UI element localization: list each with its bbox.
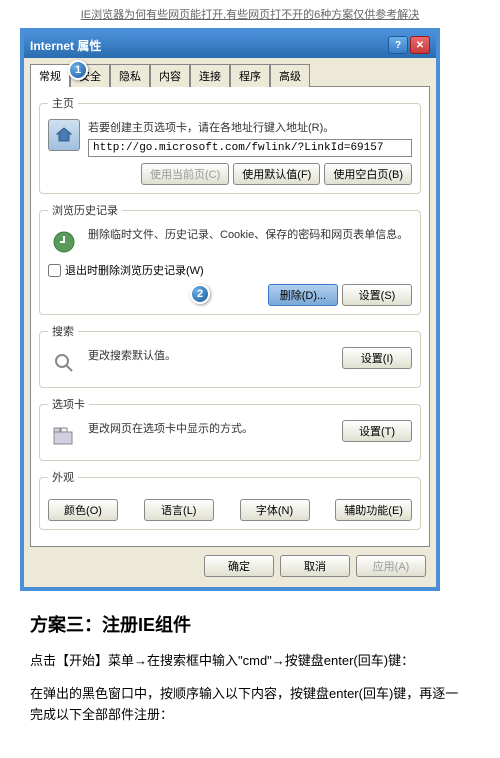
history-settings-button[interactable]: 设置(S) [342,284,412,306]
history-legend: 浏览历史记录 [48,202,122,218]
annotation-badge-1: 1 [68,60,88,80]
apply-button[interactable]: 应用(A) [356,555,426,577]
ok-button[interactable]: 确定 [204,555,274,577]
search-group: 搜索 更改搜索默认值。 设置(I) [39,323,421,388]
cancel-button[interactable]: 取消 [280,555,350,577]
history-icon [48,226,80,258]
dialog-footer: 确定 取消 应用(A) [30,547,430,581]
tabs-settings-button[interactable]: 设置(T) [342,420,412,442]
use-current-button[interactable]: 使用当前页(C) [141,163,229,185]
page-header: IE浏览器为何有些网页能打开,有些网页打不开的6种方案仅供参考解决 [0,0,500,28]
appearance-legend: 外观 [48,469,78,485]
homepage-legend: 主页 [48,95,78,111]
article-section: 方案三：注册IE组件 点击【开始】菜单→在搜索框中输入"cmd"→按键盘ente… [0,591,500,757]
help-icon[interactable]: ? [388,36,408,54]
delete-on-exit-checkbox[interactable] [48,264,61,277]
homepage-desc: 若要创建主页选项卡，请在各地址行键入地址(R)。 [88,119,412,135]
dialog-container: Internet 属性 ? ✕ 1 常规 安全 隐私 内容 连接 程序 高级 主… [20,28,440,591]
homepage-url-input[interactable] [88,139,412,157]
use-blank-button[interactable]: 使用空白页(B) [324,163,412,185]
tab-privacy[interactable]: 隐私 [110,64,150,87]
accessibility-button[interactable]: 辅助功能(E) [335,499,412,521]
delete-on-exit-label: 退出时删除浏览历史记录(W) [65,262,204,278]
tabs-desc: 更改网页在选项卡中显示的方式。 [88,420,334,436]
search-desc: 更改搜索默认值。 [88,347,334,363]
home-icon [48,119,80,151]
homepage-group: 主页 若要创建主页选项卡，请在各地址行键入地址(R)。 使用当前页(C) 使用默… [39,95,421,194]
language-button[interactable]: 语言(L) [144,499,214,521]
search-icon [48,347,80,379]
tab-advanced[interactable]: 高级 [270,64,310,87]
search-settings-button[interactable]: 设置(I) [342,347,412,369]
annotation-badge-2: 2 [190,284,210,304]
search-legend: 搜索 [48,323,78,339]
tab-general[interactable]: 常规 [30,64,70,87]
history-group: 浏览历史记录 删除临时文件、历史记录、Cookie、保存的密码和网页表单信息。 … [39,202,421,315]
tab-panel-general: 主页 若要创建主页选项卡，请在各地址行键入地址(R)。 使用当前页(C) 使用默… [30,86,430,547]
article-p1: 点击【开始】菜单→在搜索框中输入"cmd"→按键盘enter(回车)键： [30,651,470,672]
dialog-body: 1 常规 安全 隐私 内容 连接 程序 高级 主页 若要创建主页选项卡，请在各地… [24,58,436,587]
tab-content[interactable]: 内容 [150,64,190,87]
tab-programs[interactable]: 程序 [230,64,270,87]
fonts-button[interactable]: 字体(N) [240,499,310,521]
tab-strip: 1 常规 安全 隐私 内容 连接 程序 高级 [30,64,430,87]
use-default-button[interactable]: 使用默认值(F) [233,163,320,185]
tabs-legend: 选项卡 [48,396,89,412]
tabs-group: 选项卡 更改网页在选项卡中显示的方式。 设置(T) [39,396,421,461]
colors-button[interactable]: 颜色(O) [48,499,118,521]
titlebar: Internet 属性 ? ✕ [24,32,436,58]
tab-connections[interactable]: 连接 [190,64,230,87]
close-icon[interactable]: ✕ [410,36,430,54]
article-p2: 在弹出的黑色窗口中，按顺序输入以下内容，按键盘enter(回车)键，再逐一完成以… [30,684,470,726]
history-desc: 删除临时文件、历史记录、Cookie、保存的密码和网页表单信息。 [88,226,412,242]
article-heading: 方案三：注册IE组件 [30,611,470,637]
tabs-icon [48,420,80,452]
window-controls: ? ✕ [388,36,430,54]
header-link[interactable]: IE浏览器为何有些网页能打开,有些网页打不开的6种方案仅供参考解决 [81,9,420,21]
delete-button[interactable]: 删除(D)... [268,284,338,306]
appearance-group: 外观 颜色(O) 语言(L) 字体(N) 辅助功能(E) [39,469,421,530]
dialog-title: Internet 属性 [30,37,101,54]
